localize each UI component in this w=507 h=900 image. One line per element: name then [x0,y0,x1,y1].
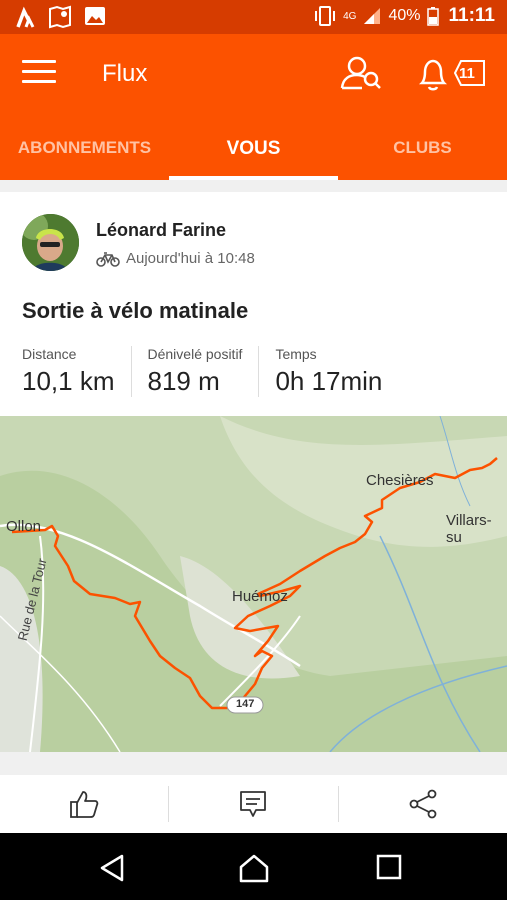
comment-icon [240,791,267,817]
status-right: 4G 40% 11:11 [313,5,495,27]
back-icon[interactable] [98,853,126,883]
network-type: 4G [343,10,357,22]
tab-clubs[interactable]: CLUBS [338,134,507,180]
stat-value: 10,1 km [22,366,115,396]
home-icon[interactable] [238,853,270,883]
menu-icon[interactable] [22,60,56,86]
map-label-huemoz: Huémoz [232,588,288,605]
tab-abonnements[interactable]: ABONNEMENTS [0,134,169,180]
bell-icon[interactable] [416,56,450,92]
vibrate-icon [315,6,336,26]
tab-bar: ABONNEMENTS VOUS CLUBS [0,134,507,180]
share-button[interactable] [337,786,507,822]
status-bar: 4G 40% 11:11 [0,0,507,34]
clock: 11:11 [448,5,496,26]
thumbs-up-icon [70,791,99,818]
activity-meta: Aujourd'hui à 10:48 [96,250,255,267]
share-icon [409,789,437,819]
system-nav-bar [0,833,507,900]
status-left-icons [14,5,106,29]
map-label-chesieres: Chesières [366,472,434,489]
tab-vous[interactable]: VOUS [169,134,338,180]
signal-icon [364,8,381,24]
stat-value: 0h 17min [275,366,383,396]
stat-value: 819 m [147,366,220,396]
stat-distance: Distance 10,1 km [22,346,131,397]
activity-card[interactable]: Léonard Farine Aujourd'hui à 10:48 Sorti… [0,192,507,418]
stat-label: Distance [22,346,77,362]
battery-percent: 40% [388,7,421,24]
route-map[interactable]: Ollon Chesières Villars-su Huémoz Rue de… [0,416,507,752]
strava-logo-icon [16,6,35,28]
activity-title[interactable]: Sortie à vélo matinale [22,298,248,324]
comment-button[interactable] [168,786,337,822]
bike-icon [96,251,120,267]
activity-time: Aujourd'hui à 10:48 [126,250,255,267]
find-friends-icon[interactable] [340,54,382,92]
like-button[interactable] [0,786,168,822]
image-icon [85,7,105,25]
route-number: 147 [236,698,255,710]
stat-label: Temps [275,346,317,362]
recents-icon[interactable] [376,853,402,881]
stat-time: Temps 0h 17min [258,346,398,397]
map-label-villars: Villars-su [446,512,492,546]
page-title: Flux [102,60,148,87]
maps-icon [49,5,71,29]
notification-count: 11 [459,65,475,82]
app-bar: Flux 11 ABONNEMENTS VOUS CLUBS [0,34,507,180]
map-label-ollon: Ollon [6,518,42,535]
avatar[interactable] [22,214,79,271]
stat-elevation: Dénivelé positif 819 m [130,346,259,397]
stat-label: Dénivelé positif [147,346,243,362]
activity-stats: Distance 10,1 km Dénivelé positif 819 m … [22,346,398,397]
activity-actions [0,775,507,833]
athlete-name[interactable]: Léonard Farine [96,220,226,241]
battery-icon [426,7,439,26]
